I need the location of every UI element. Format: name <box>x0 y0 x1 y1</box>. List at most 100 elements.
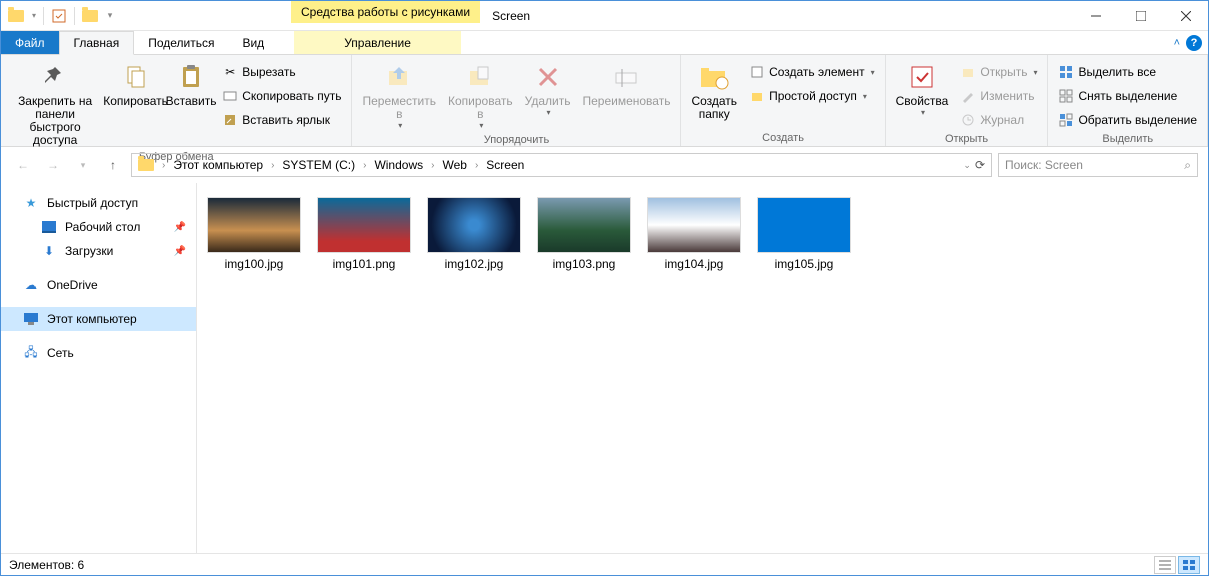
group-new: Создать папку Создать элемент▾ Простой д… <box>681 55 885 146</box>
nav-pane: ★Быстрый доступ Рабочий стол📌 ⬇Загрузки📌… <box>1 183 197 553</box>
status-bar: Элементов: 6 <box>1 553 1208 575</box>
copy-path-icon <box>222 88 238 104</box>
tab-share[interactable]: Поделиться <box>134 31 228 54</box>
select-all-button[interactable]: Выделить все <box>1054 61 1201 83</box>
invert-selection-button[interactable]: Обратить выделение <box>1054 109 1201 131</box>
nav-quick-access[interactable]: ★Быстрый доступ <box>1 191 196 215</box>
folder-icon[interactable] <box>79 5 101 27</box>
search-icon[interactable]: ⌕ <box>1184 158 1191 173</box>
copy-to-button[interactable]: Копировать в▾ <box>444 59 517 132</box>
file-thumbnail[interactable]: img100.jpg <box>207 197 301 271</box>
qat-chevron-icon[interactable]: ▾ <box>103 5 117 27</box>
file-thumbnail[interactable]: img102.jpg <box>427 197 521 271</box>
folder-icon[interactable] <box>5 5 27 27</box>
collapse-ribbon-icon[interactable]: ˄ <box>1174 37 1180 49</box>
new-folder-icon <box>698 61 730 93</box>
new-item-icon <box>749 64 765 80</box>
crumb-drive[interactable]: SYSTEM (C:) <box>278 158 359 172</box>
invert-icon <box>1058 112 1074 128</box>
nav-network[interactable]: 🖧Сеть <box>1 341 196 365</box>
chevron-right-icon[interactable]: › <box>429 160 436 171</box>
thumbnail-image <box>757 197 851 253</box>
pin-icon: 📌 <box>174 222 186 233</box>
chevron-right-icon[interactable]: › <box>473 160 480 171</box>
easy-access-button[interactable]: Простой доступ▾ <box>745 85 879 107</box>
file-name: img105.jpg <box>775 257 834 271</box>
thumbnail-image <box>647 197 741 253</box>
content-pane[interactable]: img100.jpg img101.png img102.jpg img103.png… <box>197 183 1208 553</box>
nav-downloads[interactable]: ⬇Загрузки📌 <box>1 239 196 263</box>
rename-button[interactable]: Переименовать <box>578 59 674 110</box>
thumbnail-image <box>537 197 631 253</box>
tab-file[interactable]: Файл <box>1 31 59 54</box>
file-thumbnail[interactable]: img101.png <box>317 197 411 271</box>
copy-to-icon <box>464 61 496 93</box>
copy-icon <box>120 61 152 93</box>
minimize-button[interactable] <box>1073 1 1118 30</box>
search-box[interactable]: ⌕ <box>998 153 1198 177</box>
thumbnails-view-button[interactable] <box>1178 556 1200 574</box>
maximize-button[interactable] <box>1118 1 1163 30</box>
nav-this-pc[interactable]: Этот компьютер <box>1 307 196 331</box>
separator <box>43 7 44 25</box>
search-input[interactable] <box>1005 158 1184 172</box>
tab-manage[interactable]: Управление <box>294 31 461 54</box>
delete-button[interactable]: Удалить▾ <box>521 59 575 119</box>
history-dropdown-icon[interactable]: ⌄ <box>963 160 971 171</box>
ribbon-tabs: Файл Главная Поделиться Вид Управление ˄… <box>1 31 1208 55</box>
copy-button[interactable]: Копировать <box>107 59 164 110</box>
new-item-button[interactable]: Создать элемент▾ <box>745 61 879 83</box>
chevron-right-icon[interactable]: › <box>269 160 276 171</box>
file-thumbnail[interactable]: img104.jpg <box>647 197 741 271</box>
crumb-windows[interactable]: Windows <box>370 158 427 172</box>
thumbnail-image <box>317 197 411 253</box>
tab-view[interactable]: Вид <box>228 31 278 54</box>
paste-button[interactable]: Вставить <box>168 59 214 110</box>
properties-button[interactable]: Свойства▾ <box>892 59 953 119</box>
window-title: Screen <box>480 1 1073 30</box>
qat-dropdown-icon[interactable]: ▾ <box>29 5 39 27</box>
forward-button[interactable]: → <box>41 153 65 177</box>
chevron-right-icon[interactable]: › <box>361 160 368 171</box>
close-button[interactable] <box>1163 1 1208 30</box>
file-name: img100.jpg <box>225 257 284 271</box>
new-folder-button[interactable]: Создать папку <box>687 59 741 123</box>
file-thumbnail[interactable]: img105.jpg <box>757 197 851 271</box>
copy-path-button[interactable]: Скопировать путь <box>218 85 345 107</box>
up-button[interactable]: ↑ <box>101 153 125 177</box>
history-button[interactable]: Журнал <box>956 109 1041 131</box>
tab-home[interactable]: Главная <box>59 31 135 55</box>
recent-dropdown[interactable]: ▾ <box>71 153 95 177</box>
rename-icon <box>610 61 642 93</box>
paste-shortcut-button[interactable]: Вставить ярлык <box>218 109 345 131</box>
select-none-button[interactable]: Снять выделение <box>1054 85 1201 107</box>
help-icon[interactable]: ? <box>1186 35 1202 51</box>
crumb-this-pc[interactable]: Этот компьютер <box>169 158 267 172</box>
nav-onedrive[interactable]: ☁OneDrive <box>1 273 196 297</box>
cut-button[interactable]: ✂Вырезать <box>218 61 345 83</box>
crumb-web[interactable]: Web <box>438 158 470 172</box>
edit-button[interactable]: Изменить <box>956 85 1041 107</box>
context-tab-label: Средства работы с рисунками <box>291 1 480 23</box>
move-to-icon <box>383 61 415 93</box>
cloud-icon: ☁ <box>23 277 39 293</box>
file-thumbnail[interactable]: img103.png <box>537 197 631 271</box>
thumbnail-image <box>207 197 301 253</box>
move-to-button[interactable]: Переместить в▾ <box>358 59 440 132</box>
address-bar[interactable]: › Этот компьютер › SYSTEM (C:) › Windows… <box>131 153 992 177</box>
pin-icon: 📌 <box>174 246 186 257</box>
open-button[interactable]: Открыть▾ <box>956 61 1041 83</box>
refresh-icon[interactable]: ⟳ <box>975 158 985 172</box>
file-name: img104.jpg <box>665 257 724 271</box>
crumb-screen[interactable]: Screen <box>482 158 528 172</box>
select-none-icon <box>1058 88 1074 104</box>
properties-icon[interactable] <box>48 5 70 27</box>
group-select: Выделить все Снять выделение Обратить вы… <box>1048 55 1208 146</box>
details-view-button[interactable] <box>1154 556 1176 574</box>
chevron-right-icon[interactable]: › <box>160 160 167 171</box>
back-button[interactable]: ← <box>11 153 35 177</box>
group-clipboard: Закрепить на панели быстрого доступа Коп… <box>1 55 352 146</box>
pin-button[interactable]: Закрепить на панели быстрого доступа <box>7 59 103 149</box>
nav-desktop[interactable]: Рабочий стол📌 <box>1 215 196 239</box>
file-name: img102.jpg <box>445 257 504 271</box>
